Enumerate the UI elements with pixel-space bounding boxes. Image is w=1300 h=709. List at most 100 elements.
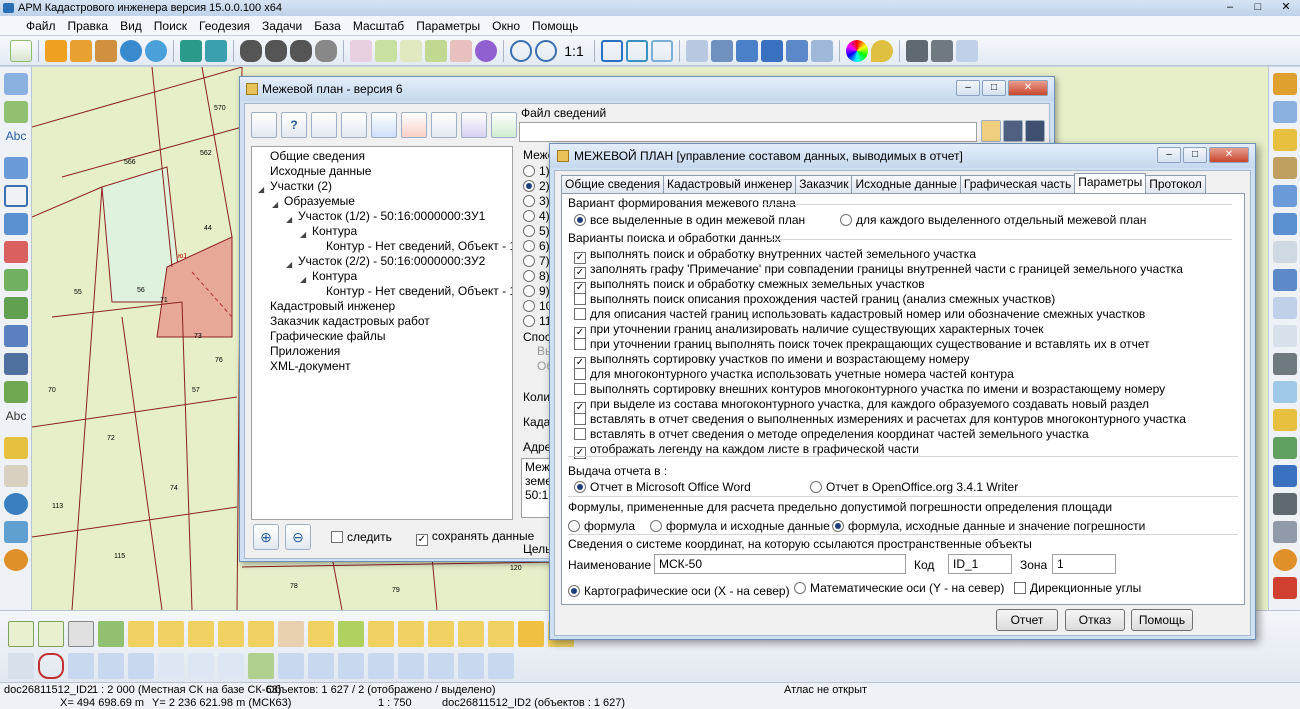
menu-view[interactable]: Вид — [114, 19, 148, 33]
radio-icon[interactable] — [523, 270, 535, 282]
layers-icon[interactable] — [45, 39, 67, 62]
word-icon[interactable] — [188, 621, 214, 647]
save-as-icon[interactable] — [1025, 120, 1045, 142]
layers-db-icon[interactable] — [95, 39, 117, 62]
tab-source-data[interactable]: Исходные данные — [851, 175, 961, 193]
search-option-checkbox[interactable] — [574, 293, 586, 305]
menu-window[interactable]: Окно — [486, 19, 526, 33]
tree-item[interactable]: Общие сведения — [270, 149, 365, 164]
follow-checkbox-box[interactable] — [331, 531, 343, 543]
xml-6-icon[interactable] — [248, 621, 274, 647]
shape-6-icon[interactable] — [428, 653, 454, 679]
pencil-icon[interactable] — [4, 73, 28, 95]
tab-protocol[interactable]: Протокол — [1145, 175, 1206, 193]
radio-icon[interactable] — [574, 214, 586, 226]
search-option-checkbox[interactable] — [574, 338, 586, 350]
edit-icon[interactable] — [350, 39, 372, 62]
dir-angles-option[interactable]: Дирекционные углы — [1014, 581, 1141, 595]
tree-item[interactable]: Участок (2/2) - 50:16:0000000:ЗУ2 — [298, 254, 485, 269]
radio-icon[interactable] — [523, 255, 535, 267]
menu-edit[interactable]: Правка — [62, 19, 115, 33]
search-option-row[interactable]: для многоконтурного участка использовать… — [574, 367, 1014, 381]
expand-icon[interactable]: ◢ — [286, 257, 292, 272]
tab-graphics[interactable]: Графическая часть — [959, 175, 1076, 193]
triangle-icon[interactable] — [98, 653, 124, 679]
formula-option-3[interactable]: формула, исходные данные и значение погр… — [832, 519, 1145, 533]
help-cursor-icon[interactable] — [956, 39, 978, 62]
radio-icon[interactable] — [574, 481, 586, 493]
search-option-checkbox[interactable] — [574, 383, 586, 395]
pencil-right-icon[interactable] — [1273, 101, 1297, 123]
minimize-button[interactable]: – — [1220, 1, 1240, 15]
follow-checkbox[interactable]: следить — [331, 530, 392, 544]
frame-check-icon[interactable] — [626, 39, 648, 62]
tools-icon[interactable] — [711, 39, 733, 62]
monitor-list-icon[interactable] — [786, 39, 808, 62]
expand-icon[interactable]: ◢ — [272, 197, 278, 212]
expand-icon[interactable]: ◢ — [286, 212, 292, 227]
stack-icon[interactable] — [180, 39, 202, 62]
zoom-1-1-button[interactable]: 1:1 — [560, 40, 588, 62]
rectangle-icon[interactable] — [4, 185, 28, 207]
text-frame-icon[interactable] — [811, 39, 833, 62]
radio-icon[interactable] — [523, 315, 535, 327]
xml-12-icon[interactable] — [458, 621, 484, 647]
tree-item[interactable]: Контура — [312, 269, 357, 284]
pin-icon[interactable] — [871, 39, 893, 62]
sem-icon[interactable] — [68, 621, 94, 647]
layers-right-icon[interactable] — [1273, 73, 1297, 95]
radio-icon[interactable] — [568, 520, 580, 532]
text-a-icon[interactable] — [1273, 325, 1297, 347]
binoculars-line-icon[interactable] — [290, 39, 312, 62]
shape-4-icon[interactable] — [368, 653, 394, 679]
tree-item[interactable]: Контура — [312, 224, 357, 239]
variant-option-one[interactable]: все выделенные в один межевой план — [574, 213, 805, 227]
shape-8-icon[interactable] — [488, 653, 514, 679]
search-option-checkbox[interactable] — [574, 428, 586, 440]
binoculars-icon[interactable] — [240, 39, 262, 62]
radio-icon[interactable] — [568, 585, 580, 597]
points-icon[interactable] — [68, 653, 94, 679]
search-option-row[interactable]: для описания частей границ использовать … — [574, 307, 1145, 321]
scissors-right-icon[interactable] — [1273, 241, 1297, 263]
radio-icon[interactable] — [523, 195, 535, 207]
dialog2-titlebar[interactable]: МЕЖЕВОЙ ПЛАН [управление составом данных… — [550, 144, 1255, 168]
tree-item[interactable]: XML-документ — [270, 359, 351, 374]
radio-icon[interactable] — [794, 582, 806, 594]
text-abc-icon[interactable]: Abc — [4, 129, 28, 151]
printer-setup-icon[interactable] — [931, 39, 953, 62]
compass-icon[interactable] — [1273, 157, 1297, 179]
xml-9-icon[interactable] — [368, 621, 394, 647]
refresh-icon[interactable] — [98, 621, 124, 647]
network-icon[interactable] — [1273, 213, 1297, 235]
tree-item[interactable]: Контур - Нет сведений, Объект - 144 — [326, 239, 512, 254]
search-option-checkbox[interactable]: ✓ — [574, 447, 586, 459]
dialog-close-button[interactable]: ✕ — [1008, 80, 1048, 96]
undo-icon[interactable] — [4, 493, 28, 515]
search-option-row[interactable]: при уточнении границ выполнять поиск точ… — [574, 337, 1150, 351]
menu-base[interactable]: База — [308, 19, 347, 33]
dialog2-maximize-button[interactable]: □ — [1183, 147, 1207, 163]
polyline-icon[interactable] — [4, 157, 28, 179]
tools-right-icon[interactable] — [1273, 521, 1297, 543]
coord-code-input[interactable]: ID_1 — [948, 554, 1012, 574]
plan-tree[interactable]: Общие сведения Исходные данные ◢ Участки… — [251, 146, 513, 520]
close-button[interactable]: ✕ — [1276, 1, 1296, 15]
ruler-icon[interactable] — [4, 381, 28, 403]
search-option-row[interactable]: выполнять сортировку внешних контуров мн… — [574, 382, 1165, 396]
cursor-icon[interactable] — [686, 39, 708, 62]
pencil-draw-icon[interactable] — [1273, 185, 1297, 207]
tab-parameters[interactable]: Параметры — [1074, 173, 1147, 193]
xml-doc-icon[interactable] — [401, 112, 427, 138]
parcel-icon[interactable] — [4, 297, 28, 319]
layers-add-icon[interactable] — [70, 39, 92, 62]
tree-item[interactable]: Образуемые — [284, 194, 355, 209]
tree-item[interactable]: Исходные данные — [270, 164, 371, 179]
radio-icon[interactable] — [523, 225, 535, 237]
s-area-icon[interactable] — [158, 653, 184, 679]
edit-check-icon[interactable] — [4, 101, 28, 123]
window-icon[interactable] — [4, 521, 28, 543]
expand-icon[interactable]: ◢ — [300, 227, 306, 242]
monitor-icon[interactable] — [736, 39, 758, 62]
dialog-titlebar[interactable]: Межевой план - версия 6 — [240, 77, 1054, 101]
